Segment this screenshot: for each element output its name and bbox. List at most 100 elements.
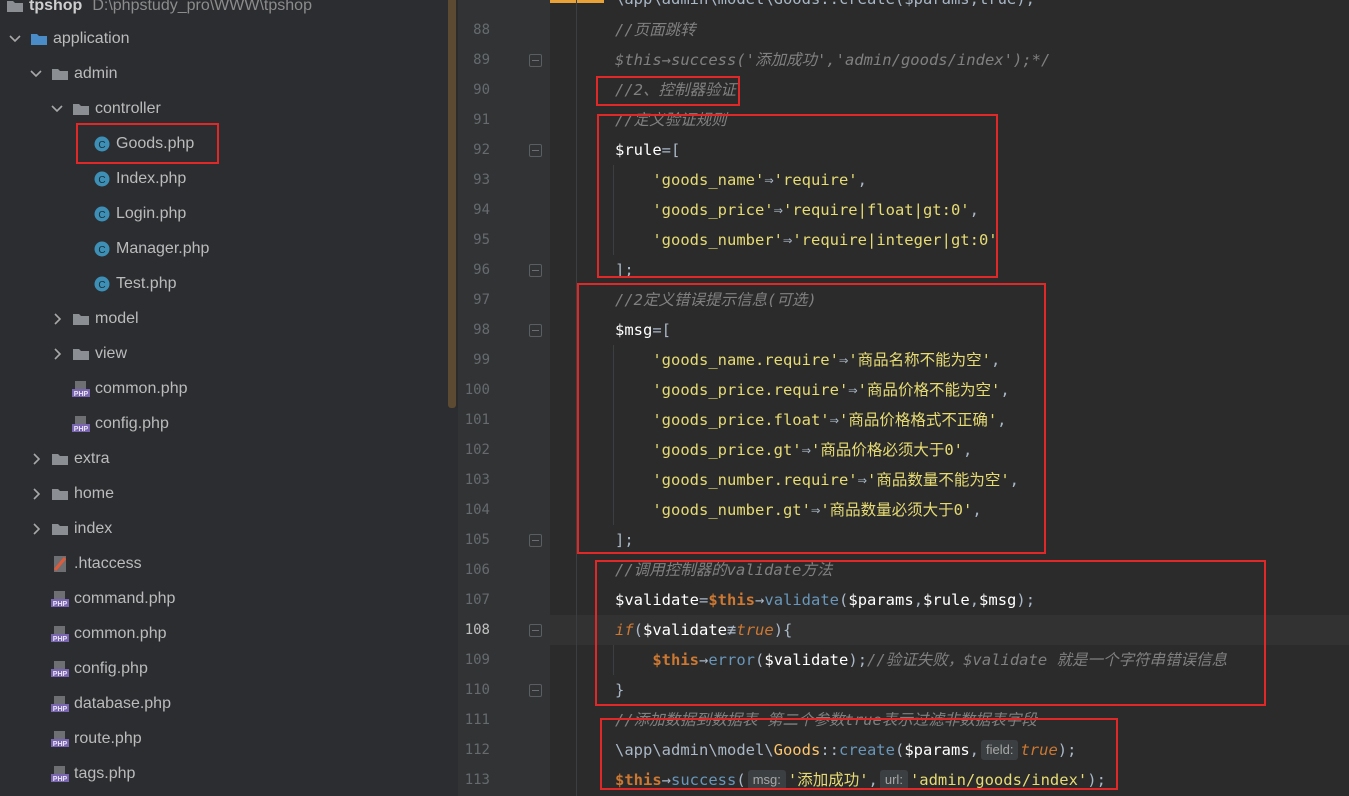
svg-text:PHP: PHP (53, 776, 68, 783)
tree-file[interactable]: PHP route.php (51, 721, 142, 756)
fold-marker-icon[interactable] (529, 54, 542, 67)
chevron-down-icon[interactable] (50, 102, 64, 116)
tree-file[interactable]: PHP tags.php (51, 756, 135, 791)
code-token: 'goods_price.gt' (615, 441, 802, 459)
svg-text:PHP: PHP (53, 601, 68, 608)
php-file-icon: PHP (51, 625, 69, 643)
fold-marker-icon[interactable] (529, 264, 542, 277)
code-line-partial: \app\admin\model\Goods::create($params,t… (615, 0, 1035, 14)
tree-folder-view[interactable]: view (50, 336, 127, 371)
svg-text:C: C (98, 210, 105, 221)
tree-folder-admin[interactable]: admin (29, 56, 118, 91)
tree-file[interactable]: C Index.php (93, 161, 186, 196)
fold-marker-icon[interactable] (529, 534, 542, 547)
project-name: tpshop (29, 0, 83, 14)
tree-scrollbar[interactable] (448, 0, 456, 408)
code-editor[interactable]: 88 89 90 91 92 93 94 95 96 97 98 99 100 101 102 103 104 1… (458, 0, 1349, 796)
tree-item-label: admin (74, 64, 118, 82)
code-token: Goods (773, 741, 821, 759)
indent-guide (613, 645, 614, 675)
tree-file[interactable]: PHP config.php (51, 651, 148, 686)
tree-item-label: common.php (74, 624, 167, 642)
line-number: 109 (464, 652, 490, 668)
line-number: 98 (473, 322, 490, 338)
svg-text:PHP: PHP (74, 391, 89, 398)
project-root[interactable]: tpshop D:\phpstudy_pro\WWW\tpshop (6, 0, 312, 23)
chevron-down-icon[interactable] (29, 67, 43, 81)
folder-icon (51, 485, 69, 503)
tree-item-label: config.php (95, 414, 169, 432)
tree-file[interactable]: C Manager.php (93, 231, 209, 266)
tree-file[interactable]: .htaccess (51, 546, 142, 581)
code-token: //验证失败，$validate 就是一个字符串错误信息 (867, 651, 1228, 669)
code-token: ⇒ (810, 501, 821, 519)
chevron-right-icon[interactable] (29, 522, 43, 536)
fold-marker-icon[interactable] (529, 624, 542, 637)
tree-file[interactable]: C Goods.php (93, 126, 194, 161)
code-token: ); (1057, 741, 1077, 759)
tree-file[interactable]: C Login.php (93, 196, 186, 231)
tree-folder-application[interactable]: application (8, 21, 130, 56)
code-token: $rule (615, 141, 662, 159)
code-line: 'goods_name'⇒'require', (615, 165, 867, 195)
code-line: ]; (615, 255, 634, 285)
php-file-icon: PHP (72, 415, 90, 433)
tree-folder-index[interactable]: index (29, 511, 112, 546)
folder-icon (72, 100, 90, 118)
php-class-icon: C (93, 240, 111, 258)
code-token: = (699, 591, 709, 609)
code-token: 'goods_name.require' (615, 351, 839, 369)
code-token: '商品价格不能为空' (857, 381, 1001, 399)
line-number: 100 (464, 382, 490, 398)
code-token: //2、控制器验证 (615, 81, 736, 99)
code-line: //2定义错误提示信息(可选) (615, 285, 817, 315)
line-number: 92 (473, 142, 490, 158)
code-token: validate (764, 591, 840, 609)
code-line: 'goods_price.float'⇒'商品价格格式不正确', (615, 405, 1006, 435)
tree-folder-extra[interactable]: extra (29, 441, 110, 476)
code-line: $this→success(msg: '添加成功', url:'admin/good… (615, 765, 1106, 795)
code-line: $validate=$this→validate($params,$rule,$… (615, 585, 1035, 615)
tree-file[interactable]: PHP common.php (72, 371, 188, 406)
code-token: '商品数量不能为空' (866, 471, 1010, 489)
code-token: ( (755, 651, 765, 669)
fold-marker-icon[interactable] (529, 144, 542, 157)
folder-icon (6, 0, 24, 15)
tree-file[interactable]: PHP database.php (51, 686, 171, 721)
code-token: $params (848, 591, 914, 609)
folder-icon (72, 345, 90, 363)
tree-item-label: route.php (74, 729, 142, 747)
chevron-right-icon[interactable] (29, 487, 43, 501)
code-token: ( (736, 771, 746, 789)
code-token: create (838, 741, 895, 759)
line-number: 104 (464, 502, 490, 518)
tree-item-label: controller (95, 99, 161, 117)
code-token: $validate (615, 591, 699, 609)
chevron-right-icon[interactable] (50, 312, 64, 326)
tree-item-label: command.php (74, 589, 176, 607)
code-token: '商品数量必须大于0' (820, 501, 973, 519)
code-line: 'goods_number.require'⇒'商品数量不能为空', (615, 465, 1019, 495)
tree-file[interactable]: C Test.php (93, 266, 176, 301)
code-token: → (699, 651, 709, 669)
fold-marker-icon[interactable] (529, 684, 542, 697)
folder-icon (30, 30, 48, 48)
code-line: ]; (615, 525, 634, 555)
fold-marker-icon[interactable] (529, 324, 542, 337)
tree-folder-controller[interactable]: controller (50, 91, 161, 126)
chevron-right-icon[interactable] (50, 347, 64, 361)
tree-file[interactable]: PHP common.php (51, 616, 167, 651)
php-class-icon: C (93, 205, 111, 223)
code-token: , (969, 591, 980, 609)
line-number: 101 (464, 412, 490, 428)
code-line: //2、控制器验证 (615, 75, 736, 105)
tree-file[interactable]: PHP config.php (72, 406, 169, 441)
svg-text:PHP: PHP (74, 426, 89, 433)
code-token: ( (633, 621, 644, 639)
tree-folder-model[interactable]: model (50, 301, 139, 336)
php-file-icon: PHP (51, 695, 69, 713)
chevron-down-icon[interactable] (8, 32, 22, 46)
tree-folder-home[interactable]: home (29, 476, 114, 511)
chevron-right-icon[interactable] (29, 452, 43, 466)
tree-file[interactable]: PHP command.php (51, 581, 175, 616)
